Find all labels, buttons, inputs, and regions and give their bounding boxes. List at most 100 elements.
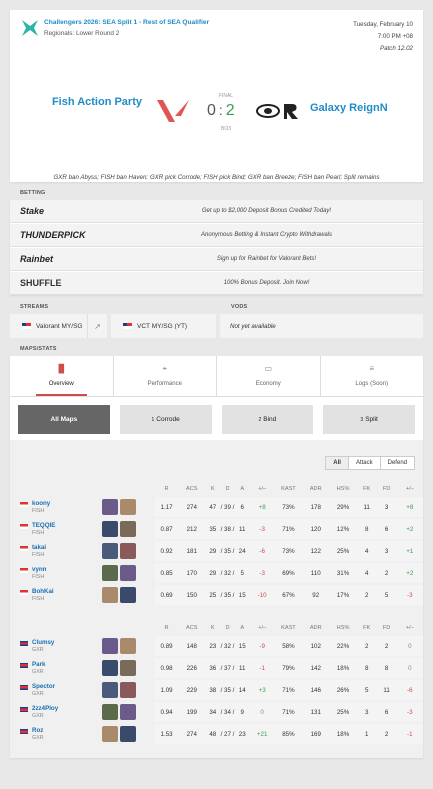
team1-logo-icon[interactable] [155, 98, 191, 126]
player-name[interactable]: vynn [32, 566, 46, 574]
tab-label: Logs (Soon) [355, 381, 389, 387]
event-title[interactable]: Challengers 2026: SEA Split 1 - Rest of … [44, 19, 209, 26]
col-header[interactable]: FD [377, 482, 397, 495]
stat-kills: 48 [205, 724, 221, 744]
country-flag-icon [20, 707, 28, 712]
col-header[interactable]: +/– [397, 482, 423, 495]
map-button-all[interactable]: All Maps [18, 405, 110, 434]
player-cell[interactable]: TEQQIE FISH [10, 519, 100, 539]
stat-assists: 24 [234, 541, 250, 561]
betting-offer: Get up to $2,000 Deposit Bonus Credited … [201, 208, 332, 214]
map-button-bind[interactable]: 2 Bind [221, 405, 314, 434]
player-name[interactable]: Roz [32, 727, 44, 735]
stat-kast: 58% [274, 636, 303, 656]
filter-all[interactable]: All [325, 456, 349, 470]
col-header[interactable]: R [155, 621, 178, 634]
player-name[interactable]: takai [32, 544, 46, 552]
col-header[interactable]: ACS [178, 621, 205, 634]
player-name[interactable]: Spector [32, 683, 55, 691]
col-agents [100, 621, 155, 634]
player-cell[interactable]: 2zz4Ploy GXR [10, 702, 100, 722]
betting-row[interactable]: SHUFFLE 100% Bonus Deposit. Join Now! [10, 272, 423, 295]
agent-icon [120, 521, 137, 537]
player-name[interactable]: BohKai [32, 588, 54, 596]
stat-fk-diff: -3 [396, 585, 423, 605]
col-header[interactable]: ADR [302, 621, 329, 634]
col-header[interactable]: HS% [329, 621, 356, 634]
player-cell[interactable]: BohKai FISH [10, 585, 100, 605]
team2-name[interactable]: Galaxy ReignN [310, 102, 388, 114]
player-cell[interactable]: Park GXR [10, 658, 100, 678]
player-cell[interactable]: Roz GXR [10, 724, 100, 744]
country-flag-icon [20, 568, 28, 573]
col-header[interactable]: ACS [178, 482, 205, 495]
stat-fk-diff: +2 [396, 563, 423, 583]
col-header[interactable]: D [220, 482, 235, 495]
score-team1: 0 [207, 102, 216, 119]
col-header[interactable]: D [220, 621, 235, 634]
tab-overview[interactable]: ▐▌ Overview [10, 356, 114, 396]
stat-kills: 29 [205, 541, 221, 561]
player-cell[interactable]: Clumsy GXR [10, 636, 100, 656]
money-icon: ▭ [264, 364, 273, 373]
external-link-icon[interactable]: ↗ [87, 314, 107, 338]
player-cell[interactable]: vynn FISH [10, 563, 100, 583]
stream-item[interactable]: Valorant MY/SG ↗ [10, 314, 107, 338]
country-flag-icon [20, 663, 28, 668]
event-logo-icon[interactable] [20, 18, 40, 38]
stat-acs: 226 [178, 658, 206, 678]
col-header[interactable]: KAST [275, 621, 302, 634]
player-name[interactable]: koony [32, 500, 50, 508]
player-name[interactable]: Clumsy [32, 639, 54, 647]
stat-fd: 6 [376, 702, 397, 722]
col-header[interactable]: HS% [329, 482, 356, 495]
col-agents [100, 482, 155, 495]
stat-deaths-value: 27 [224, 730, 231, 738]
col-header[interactable]: A [235, 621, 250, 634]
stat-kd-diff: -3 [249, 519, 275, 539]
agents-cell [100, 658, 155, 678]
betting-row[interactable]: THUNDERPICK Anonymous Betting & Instant … [10, 224, 423, 247]
col-header[interactable]: +/– [250, 482, 275, 495]
col-header[interactable]: R [155, 482, 178, 495]
col-header[interactable]: +/– [250, 621, 275, 634]
stat-kills: 29 [205, 563, 221, 583]
col-header[interactable]: ADR [302, 482, 329, 495]
team1-name[interactable]: Fish Action Party [50, 95, 142, 110]
stat-fd: 11 [376, 680, 397, 700]
player-name[interactable]: TEQQIE [32, 522, 55, 530]
stat-fk: 1 [356, 724, 377, 744]
map-button-corrode[interactable]: 1 Corrode [119, 405, 212, 434]
tab-performance[interactable]: ⌖ Performance [114, 356, 217, 396]
player-cell[interactable]: takai FISH [10, 541, 100, 561]
player-cell[interactable]: koony FISH [10, 497, 100, 517]
player-team: GXR [32, 691, 44, 697]
betting-row[interactable]: Rainbet Sign up for Rainbet for Valorant… [10, 248, 423, 271]
tab-economy[interactable]: ▭ Economy [217, 356, 321, 396]
filter-attack[interactable]: Attack [347, 456, 381, 470]
stat-hs: 12% [329, 519, 357, 539]
stat-fk: 11 [356, 497, 377, 517]
col-header[interactable]: FK [357, 621, 377, 634]
betting-row[interactable]: Stake Get up to $2,000 Deposit Bonus Cre… [10, 200, 423, 223]
player-name[interactable]: 2zz4Ploy [32, 705, 58, 713]
col-header[interactable]: FK [357, 482, 377, 495]
col-header[interactable]: A [235, 482, 250, 495]
col-header[interactable]: K [205, 482, 220, 495]
stat-hs: 17% [329, 585, 357, 605]
vods-header: VODS [231, 304, 248, 310]
stat-fk-diff: -3 [396, 702, 423, 722]
player-cell[interactable]: Spector GXR [10, 680, 100, 700]
filter-defend[interactable]: Defend [379, 456, 415, 470]
team2-logo-icon[interactable] [256, 102, 304, 120]
tab-logs[interactable]: ≡ Logs (Soon) [321, 356, 424, 396]
map-button-split[interactable]: 3 Split [323, 405, 415, 434]
col-header[interactable]: FD [377, 621, 397, 634]
player-name[interactable]: Park [32, 661, 45, 669]
stat-acs: 148 [178, 636, 206, 656]
col-header[interactable]: +/– [397, 621, 423, 634]
col-header[interactable]: K [205, 621, 220, 634]
player-row: Spector GXR 1.09 229 38 / 35 / 14 +3 71%… [10, 680, 423, 700]
col-header[interactable]: KAST [275, 482, 302, 495]
stream-item[interactable]: VCT MY/SG (YT) [111, 314, 216, 338]
